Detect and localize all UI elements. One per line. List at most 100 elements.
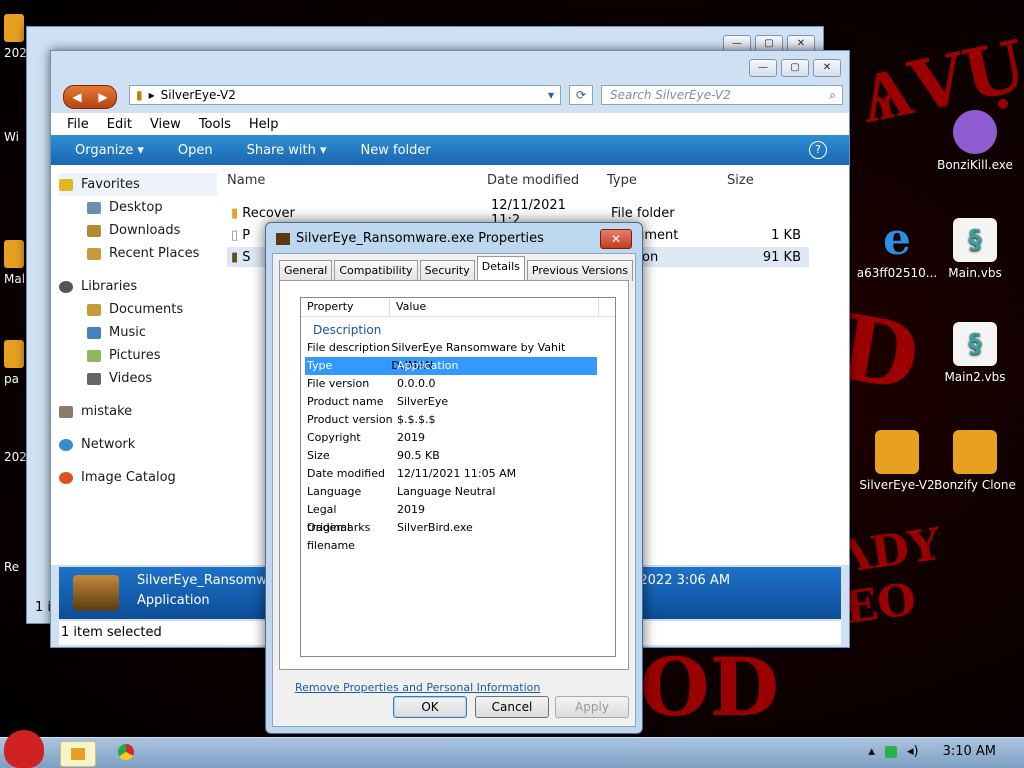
menu-view[interactable]: View xyxy=(150,117,181,132)
menu-file[interactable]: File xyxy=(67,117,89,132)
nav-downloads[interactable]: Downloads xyxy=(59,219,217,242)
column-date-modified[interactable]: Date modified xyxy=(487,173,607,188)
nav-image-catalog[interactable]: Image Catalog xyxy=(59,466,217,489)
nav-videos[interactable]: Videos xyxy=(59,367,217,390)
nav-documents[interactable]: Documents xyxy=(59,298,217,321)
organize-button[interactable]: Organize ▾ xyxy=(75,143,144,158)
tab-strip: General Compatibility Security Details P… xyxy=(279,256,634,281)
help-icon[interactable]: ? xyxy=(809,141,827,159)
back-forward-buttons[interactable]: ◀ ▶ xyxy=(63,85,117,109)
desktop-icon-silvereye-folder[interactable]: SilverEye-V2 xyxy=(852,430,942,492)
chevron-right-icon: ▸ xyxy=(148,88,155,102)
section-description: Description xyxy=(313,323,382,337)
chrome-icon[interactable] xyxy=(118,744,134,760)
desktop-icon-left[interactable]: pa xyxy=(4,340,24,386)
column-headers: Name Date modified Type Size xyxy=(227,173,809,188)
desktop-icon-bonzikill[interactable]: BonziKill.exe xyxy=(930,110,1020,172)
network-status-icon[interactable] xyxy=(884,745,897,758)
clock[interactable]: 3:10 AM xyxy=(943,744,996,759)
chevron-up-icon[interactable]: ▴ xyxy=(868,744,875,759)
remove-properties-link[interactable]: Remove Properties and Personal Informati… xyxy=(295,681,540,694)
list-item[interactable]: Product version $.$.$.$ xyxy=(305,411,597,429)
list-item[interactable]: File description SilverEye Ransomware by … xyxy=(305,339,597,372)
speaker-icon[interactable]: ◂) xyxy=(907,744,919,759)
desktop-icon-main2-vbs[interactable]: § Main2.vbs xyxy=(930,322,1020,384)
forward-arrow-icon[interactable]: ▶ xyxy=(98,90,107,104)
list-item[interactable]: File version 0.0.0.0 xyxy=(305,375,597,393)
desktop-icon-bonzify-folder[interactable]: Bonzify Clone xyxy=(930,430,1020,492)
menu-tools[interactable]: Tools xyxy=(199,117,231,132)
menu-edit[interactable]: Edit xyxy=(107,117,132,132)
folder-icon: ▮ xyxy=(231,205,243,221)
header-value[interactable]: Value xyxy=(390,298,599,316)
list-item[interactable]: Product name SilverEye xyxy=(305,393,597,411)
list-item[interactable]: Language Language Neutral xyxy=(305,483,597,501)
apply-button[interactable]: Apply xyxy=(555,696,629,718)
nav-music[interactable]: Music xyxy=(59,321,217,344)
desktop-icon-left[interactable]: Re xyxy=(4,560,19,574)
desktop-icon-left[interactable]: Wi xyxy=(4,130,19,144)
desktop-icon-left[interactable]: 202 xyxy=(4,14,27,60)
tab-previous-versions[interactable]: Previous Versions xyxy=(526,260,634,281)
list-item[interactable]: Size 90.5 KB xyxy=(305,447,597,465)
minimize-button[interactable]: — xyxy=(749,59,777,77)
desktop-icon-left[interactable]: Mal xyxy=(4,240,25,286)
image-catalog-icon xyxy=(59,471,73,484)
file-row[interactable]: ▮ Recover 12/11/2021 11:2... File folder xyxy=(227,198,809,228)
header-property[interactable]: Property xyxy=(301,298,390,316)
nav-network[interactable]: Network xyxy=(59,433,217,456)
network-icon xyxy=(59,438,73,451)
open-button[interactable]: Open xyxy=(178,143,213,158)
libraries-icon xyxy=(59,280,73,293)
tab-general[interactable]: General xyxy=(279,260,333,281)
details-file-type: Application xyxy=(137,593,210,608)
wallpaper-scribble: OD xyxy=(640,640,780,734)
search-input[interactable]: Search SilverEye-V2 ⌕ xyxy=(601,85,843,105)
properties-dialog[interactable]: SilverEye_Ransomware.exe Properties ✕ Ge… xyxy=(265,222,643,734)
desktop-icon-main-vbs[interactable]: § Main.vbs xyxy=(930,218,1020,280)
folder-icon xyxy=(71,748,85,760)
column-size[interactable]: Size xyxy=(727,173,797,188)
pictures-icon xyxy=(87,349,101,362)
properties-list[interactable]: Property Value Description File descript… xyxy=(300,297,616,657)
ok-button[interactable]: OK xyxy=(393,696,467,718)
wallpaper-scribble: ΛDY EO xyxy=(833,518,944,635)
column-type[interactable]: Type xyxy=(607,173,727,188)
cancel-button[interactable]: Cancel xyxy=(475,696,549,718)
taskbar-explorer-button[interactable] xyxy=(60,741,96,767)
exe-icon xyxy=(276,232,290,245)
nav-desktop[interactable]: Desktop xyxy=(59,196,217,219)
refresh-icon[interactable]: ⟳ xyxy=(569,85,593,105)
nav-libraries[interactable]: Libraries xyxy=(59,275,217,298)
close-button[interactable]: ✕ xyxy=(813,59,841,77)
nav-mistake[interactable]: mistake xyxy=(59,400,217,423)
menu-help[interactable]: Help xyxy=(249,117,279,132)
close-button[interactable]: ✕ xyxy=(600,229,632,249)
chevron-down-icon[interactable]: ▾ xyxy=(548,88,554,102)
nav-recent-places[interactable]: Recent Places xyxy=(59,242,217,265)
file-size: 1 KB xyxy=(771,227,801,243)
new-folder-button[interactable]: New folder xyxy=(361,143,431,158)
address-bar-row: ◀ ▶ ▮ ▸ SilverEye-V2 ▾ ⟳ Search SilverEye… xyxy=(61,83,843,109)
desktop-icon-left[interactable]: 202 xyxy=(4,450,27,464)
column-name[interactable]: Name xyxy=(227,173,487,188)
list-item[interactable]: Original filename SilverBird.exe xyxy=(305,519,597,552)
list-item[interactable]: Date modified 12/11/2021 11:05 AM xyxy=(305,465,597,483)
back-arrow-icon[interactable]: ◀ xyxy=(72,90,81,104)
address-bar[interactable]: ▮ ▸ SilverEye-V2 ▾ xyxy=(129,85,561,105)
maximize-button[interactable]: ▢ xyxy=(781,59,809,77)
desktop-icon-ie[interactable]: e a63ff02510... xyxy=(852,218,942,281)
list-item[interactable]: Legal trademarks 2019 xyxy=(305,501,597,534)
nav-favorites[interactable]: Favorites xyxy=(59,173,217,196)
navigation-pane: Favorites Desktop Downloads Recent Place… xyxy=(59,173,217,565)
list-item[interactable]: Copyright 2019 xyxy=(305,429,597,447)
share-with-button[interactable]: Share with ▾ xyxy=(247,143,327,158)
tab-details[interactable]: Details xyxy=(476,256,525,281)
list-item-selected[interactable]: Type Application xyxy=(305,357,597,375)
search-icon[interactable]: ⌕ xyxy=(829,86,836,104)
tab-security[interactable]: Security xyxy=(419,260,475,281)
start-button[interactable] xyxy=(4,730,44,768)
nav-pictures[interactable]: Pictures xyxy=(59,344,217,367)
tab-compatibility[interactable]: Compatibility xyxy=(334,260,418,281)
details-panel: Property Value Description File descript… xyxy=(279,280,629,670)
